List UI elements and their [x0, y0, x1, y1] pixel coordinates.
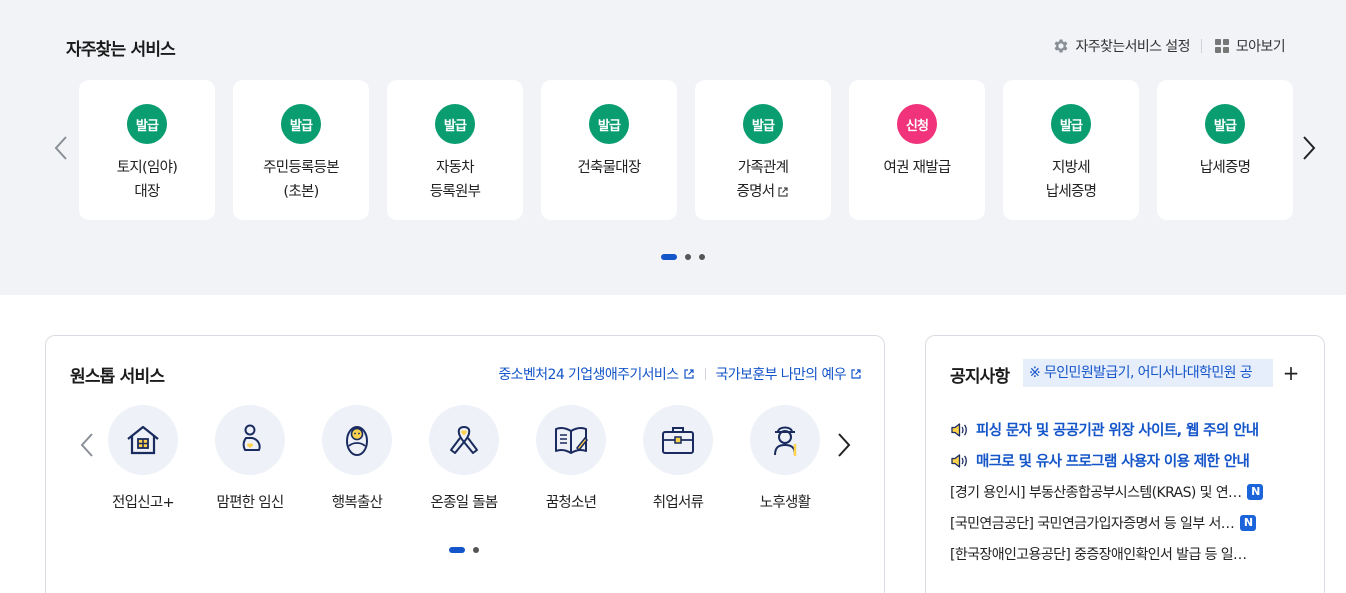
speaker-icon: [951, 453, 967, 468]
external-link-icon: [851, 369, 861, 379]
notice-panel: 공지사항 ※ 무인민원발급기, 어디서나대학민원 공 + 피싱 문자 및 공공기…: [925, 335, 1325, 593]
card-label: 주민등록등본 (초본): [263, 160, 340, 200]
page-dot-1[interactable]: [449, 547, 465, 553]
notice-more-button[interactable]: +: [1281, 359, 1301, 387]
issue-badge: 발급: [435, 104, 475, 144]
favorite-card[interactable]: 발급 주민등록등본 (초본): [233, 80, 369, 220]
notice-item[interactable]: 매크로 및 유사 프로그램 사용자 이용 제한 안내: [950, 445, 1300, 476]
card-label: 가족관계 증명서: [736, 160, 789, 200]
onestop-pagination: [449, 547, 479, 553]
notice-item[interactable]: [국민연금공단] 국민연금가입자증명서 등 일부 서… N: [950, 507, 1300, 538]
favorite-card[interactable]: 발급 자동차 등록원부: [387, 80, 523, 220]
issue-badge: 발급: [1205, 104, 1245, 144]
ribbon-icon: [429, 405, 499, 475]
baby-icon: [322, 405, 392, 475]
onestop-item-pregnancy[interactable]: 맘편한 임신: [215, 405, 285, 512]
onestop-item-youth[interactable]: 꿈청소년: [536, 405, 606, 512]
external-link-icon: [683, 369, 694, 379]
veterans-link[interactable]: 국가보훈부 나만의 예우: [716, 364, 863, 384]
page-dot-1[interactable]: [661, 254, 677, 260]
house-icon: [108, 405, 178, 475]
page-dot-2[interactable]: [473, 547, 479, 553]
pregnancy-icon: [215, 405, 285, 475]
divider: [704, 368, 706, 380]
favorites-next-button[interactable]: [1298, 133, 1320, 163]
new-badge: N: [1247, 483, 1264, 500]
view-all-button[interactable]: 모아보기: [1214, 36, 1286, 56]
notice-list: 피싱 문자 및 공공기관 위장 사이트, 웹 주의 안내 매크로 및 유사 프로…: [950, 414, 1300, 569]
briefcase-icon: [643, 405, 713, 475]
card-label: 지방세 납세증명: [1045, 160, 1097, 200]
grid-icon: [1214, 39, 1229, 53]
onestop-items: 전입신고+ 맘편한 임신 행복출산 온종일 돌봄 꿈청소년 취업서류 노후생활: [108, 405, 820, 512]
card-label: 자동차 등록원부: [429, 160, 481, 200]
favorite-card[interactable]: 발급 지방세 납세증명: [1003, 80, 1139, 220]
issue-badge: 발급: [1051, 104, 1091, 144]
onestop-item-childbirth[interactable]: 행복출산: [322, 405, 392, 512]
onestop-item-care[interactable]: 온종일 돌봄: [429, 405, 499, 512]
onestop-item-move-in[interactable]: 전입신고+: [108, 405, 178, 512]
issue-badge: 발급: [127, 104, 167, 144]
favorites-settings-label: 자주찾는서비스 설정: [1075, 39, 1191, 55]
divider: [1200, 39, 1202, 53]
favorite-card[interactable]: 발급 토지(임야) 대장: [79, 80, 215, 220]
new-badge: N: [1240, 514, 1257, 531]
page-dot-3[interactable]: [699, 254, 705, 260]
favorites-title: 자주찾는 서비스: [66, 40, 176, 60]
card-label: 납세증명: [1199, 160, 1251, 176]
notice-title: 공지사항: [950, 367, 1010, 387]
notice-ticker[interactable]: ※ 무인민원발급기, 어디서나대학민원 공: [1023, 359, 1273, 387]
onestop-next-button[interactable]: [833, 430, 855, 460]
favorites-prev-button[interactable]: [50, 133, 72, 163]
book-icon: [536, 405, 606, 475]
onestop-item-employment-docs[interactable]: 취업서류: [643, 405, 713, 512]
speaker-icon: [951, 422, 967, 437]
issue-badge: 발급: [589, 104, 629, 144]
favorite-card[interactable]: 신청 여권 재발급: [849, 80, 985, 220]
notice-item[interactable]: [경기 용인시] 부동산종합공부시스템(KRAS) 및 연… N: [950, 476, 1300, 507]
notice-item[interactable]: [한국장애인고용공단] 중증장애인확인서 발급 등 일…: [950, 538, 1300, 569]
card-label: 토지(임야) 대장: [116, 160, 178, 200]
page-dot-2[interactable]: [685, 254, 691, 260]
favorites-actions: 자주찾는서비스 설정 모아보기: [1052, 36, 1286, 56]
favorites-pagination: [661, 254, 705, 260]
view-all-label: 모아보기: [1235, 39, 1286, 55]
favorite-card[interactable]: 발급 납세증명: [1157, 80, 1293, 220]
onestop-prev-button[interactable]: [76, 430, 98, 460]
issue-badge: 발급: [281, 104, 321, 144]
elderly-icon: [750, 405, 820, 475]
apply-badge: 신청: [897, 104, 937, 144]
chevron-left-icon: [80, 433, 93, 457]
external-link-icon: [778, 187, 789, 197]
card-label: 건축물대장: [577, 160, 641, 176]
issue-badge: 발급: [743, 104, 783, 144]
chevron-left-icon: [54, 136, 67, 160]
gear-icon: [1054, 39, 1067, 53]
onestop-links: 중소벤처24 기업생애주기서비스 국가보훈부 나만의 예우: [498, 364, 862, 384]
favorite-card[interactable]: 발급 건축물대장: [541, 80, 677, 220]
onestop-title: 원스톱 서비스: [70, 367, 165, 387]
chevron-right-icon: [1303, 136, 1316, 160]
favorites-cards: 발급 토지(임야) 대장 발급 주민등록등본 (초본) 발급 자동차 등록원부 발급 …: [79, 80, 1293, 220]
onestop-item-retirement[interactable]: 노후생활: [750, 405, 820, 512]
notice-item[interactable]: 피싱 문자 및 공공기관 위장 사이트, 웹 주의 안내: [950, 414, 1300, 445]
favorite-card[interactable]: 발급 가족관계 증명서: [695, 80, 831, 220]
favorites-section: 자주찾는 서비스 자주찾는서비스 설정 모아보기 발급 토지(임야) 대장 발급 …: [0, 0, 1346, 295]
card-label: 여권 재발급: [883, 160, 951, 176]
sme-venture-link[interactable]: 중소벤처24 기업생애주기서비스: [498, 364, 694, 384]
onestop-panel: 원스톱 서비스 중소벤처24 기업생애주기서비스 국가보훈부 나만의 예우 전입…: [45, 335, 885, 593]
favorites-settings-button[interactable]: 자주찾는서비스 설정: [1052, 36, 1190, 56]
chevron-right-icon: [838, 433, 851, 457]
